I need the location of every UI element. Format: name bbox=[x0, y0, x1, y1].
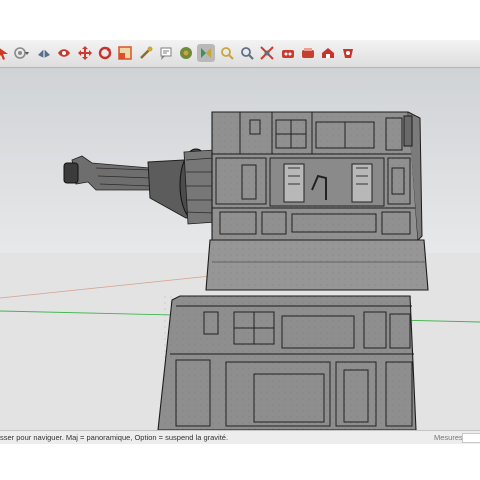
measurements-field[interactable] bbox=[462, 433, 480, 443]
paint-bucket-icon[interactable] bbox=[177, 44, 195, 62]
walk-icon[interactable] bbox=[279, 44, 297, 62]
cannon bbox=[63, 148, 217, 225]
extension-icon[interactable] bbox=[339, 44, 357, 62]
status-hint-text: sser pour naviguer. Maj = panoramique, O… bbox=[0, 433, 229, 442]
orbit-dropdown-icon[interactable] bbox=[12, 44, 30, 62]
rotate-icon[interactable] bbox=[96, 44, 114, 62]
components-icon[interactable] bbox=[299, 44, 317, 62]
orbit-icon[interactable] bbox=[197, 44, 215, 62]
warehouse-icon[interactable] bbox=[319, 44, 337, 62]
upper-hull bbox=[211, 111, 423, 241]
3d-model-scene[interactable] bbox=[0, 68, 480, 430]
mid-band bbox=[205, 239, 429, 291]
model-viewport[interactable] bbox=[0, 68, 480, 430]
pan-icon[interactable] bbox=[218, 44, 236, 62]
zoom-icon[interactable] bbox=[238, 44, 256, 62]
move-icon[interactable] bbox=[76, 44, 94, 62]
position-camera-icon[interactable] bbox=[35, 44, 53, 62]
text-tag-icon[interactable] bbox=[157, 44, 175, 62]
tape-measure-icon[interactable] bbox=[137, 44, 155, 62]
select-arrow-icon[interactable] bbox=[0, 44, 12, 62]
look-around-icon[interactable] bbox=[55, 44, 73, 62]
zoom-extents-icon[interactable] bbox=[258, 44, 276, 62]
measurements-label: Mesures bbox=[434, 433, 463, 442]
lower-hull bbox=[157, 295, 417, 430]
scale-icon[interactable] bbox=[116, 44, 134, 62]
toolbar bbox=[0, 40, 480, 68]
status-bar: sser pour naviguer. Maj = panoramique, O… bbox=[0, 430, 480, 444]
